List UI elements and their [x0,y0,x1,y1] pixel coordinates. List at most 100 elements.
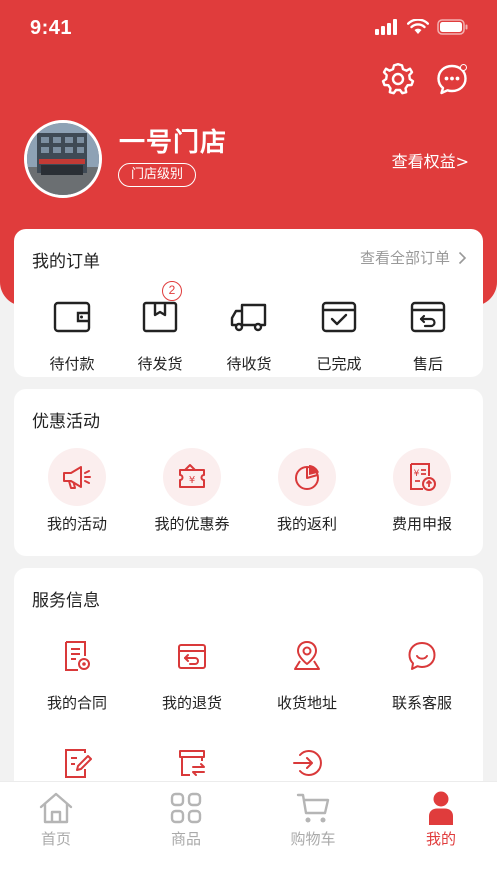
tab-cart[interactable]: 购物车 [273,790,353,849]
login-arrow-icon [293,750,322,776]
tab-bar: 首页 商品 购物车 我的 [0,781,497,883]
user-icon [429,791,453,825]
promotions-card: 优惠活动 我的活动 ¥ 我的优惠券 我的返利 ¥ 费用申报 [14,389,483,556]
promo-expense-report[interactable]: ¥ 费用申报 [377,447,467,534]
promo-label: 费用申报 [391,515,452,533]
coupon-icon: ¥ [179,464,205,488]
store-avatar[interactable] [24,120,102,198]
services-title: 服务信息 [32,591,100,611]
header-actions [381,62,469,96]
store-exchange-icon [179,750,205,776]
contract-icon [65,641,90,671]
order-pending-shipment[interactable]: 2 待发货 [115,281,205,374]
message-notification-dot [460,64,467,71]
truck-icon [230,303,267,332]
promo-icon-wrap [277,447,337,507]
location-icon [294,641,320,670]
view-benefits-link[interactable]: 查看权益> [392,148,469,172]
order-pending-receipt[interactable]: 待收货 [204,287,294,374]
service-my-returns[interactable]: 我的退货 [147,626,237,713]
tab-home[interactable]: 首页 [16,790,96,849]
svg-text:¥: ¥ [189,475,195,486]
promotions-title: 优惠活动 [32,412,100,432]
megaphone-icon [63,466,91,489]
grid-icon [170,792,202,824]
wallet-icon [53,301,91,333]
order-after-sales[interactable]: 售后 [383,287,473,374]
services-card: 服务信息 我的合同 我的退货 收货地址 联系客服 [14,568,483,808]
service-label: 我的合同 [46,694,107,712]
wifi-icon [407,19,429,34]
order-label: 售后 [412,355,443,373]
tab-icon-wrap [421,790,461,826]
chat-icon [408,642,436,670]
order-icon-wrap [309,287,369,347]
order-pending-payment[interactable]: 待付款 [27,287,117,374]
order-icon-wrap: 2 [130,281,190,347]
expense-report-icon: ¥ [410,463,436,491]
order-completed[interactable]: 已完成 [294,287,384,374]
store-info: 一号门店 门店级别 查看权益> [24,120,469,198]
promo-icon-circle: ¥ [163,448,221,506]
view-all-orders-link[interactable]: 查看全部订单 [360,247,467,268]
service-my-contract[interactable]: 我的合同 [32,626,122,713]
promo-icon-circle [48,448,106,506]
service-icon-wrap [162,626,222,686]
tab-label: 商品 [170,830,201,848]
tab-products[interactable]: 商品 [146,790,226,849]
order-icon-wrap [219,287,279,347]
view-all-orders-label: 查看全部订单 [359,249,450,267]
pending-shipment-badge: 2 [162,281,182,301]
tab-label: 我的 [425,830,456,848]
tab-label: 首页 [40,830,71,848]
status-icons [375,19,469,35]
message-button[interactable] [435,62,469,96]
signal-icon [375,19,397,35]
order-label: 待发货 [137,355,183,373]
service-label: 联系客服 [391,694,452,712]
service-icon-wrap [277,626,337,686]
orders-card: 我的订单 查看全部订单 待付款 2 待发货 待收货 已完成 售后 [14,229,483,377]
service-icon-wrap [392,626,452,686]
promo-icon-circle: ¥ [393,448,451,506]
promo-icon-wrap: ¥ [162,447,222,507]
svg-text:¥: ¥ [414,469,420,479]
service-label: 收货地址 [276,694,337,712]
tab-icon-wrap [166,790,206,826]
service-shipping-address[interactable]: 收货地址 [262,626,352,713]
status-time: 9:41 [30,17,73,39]
order-label: 已完成 [316,355,362,373]
store-level-badge[interactable]: 门店级别 [118,163,197,187]
cart-icon [296,793,330,823]
promo-icon-circle [278,448,336,506]
promo-icon-wrap: ¥ [392,447,452,507]
chevron-right-icon [458,251,467,264]
order-icon-wrap [42,287,102,347]
service-label: 我的退货 [161,694,222,712]
return-icon [178,644,206,669]
order-label: 待付款 [49,355,95,373]
promo-icon-wrap [47,447,107,507]
promo-label: 我的返利 [276,515,337,533]
status-bar: 9:41 [0,0,497,56]
promo-my-coupons[interactable]: ¥ 我的优惠券 [147,447,237,534]
store-name: 一号门店 [119,128,228,158]
order-label: 待收货 [226,355,272,373]
home-icon [39,792,73,824]
gear-icon [381,62,415,95]
store-photo-icon [27,123,99,195]
service-contact-support[interactable]: 联系客服 [377,626,467,713]
promo-label: 我的活动 [46,515,107,533]
package-icon [142,301,178,333]
pie-chart-icon [295,465,319,490]
service-icon-wrap [47,626,107,686]
promo-my-activities[interactable]: 我的活动 [32,447,122,534]
tab-icon-wrap [293,790,333,826]
tab-mine[interactable]: 我的 [401,790,481,849]
battery-icon [437,19,468,35]
promo-label: 我的优惠券 [154,515,230,533]
orders-title: 我的订单 [32,252,100,272]
settings-button[interactable] [381,62,415,96]
promo-my-rebates[interactable]: 我的返利 [262,447,352,534]
return-box-icon [410,301,446,333]
